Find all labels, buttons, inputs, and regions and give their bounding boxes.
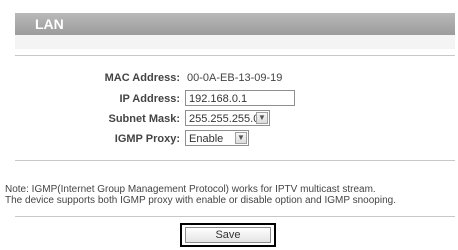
igmp-note: Note: IGMP(Internet Group Management Pro… [5,184,396,206]
save-button-focus-frame: Save [180,223,276,247]
igmp-proxy-row: IGMP Proxy: Enable ▼ [15,130,455,150]
section-header: LAN [15,13,455,35]
divider-top [15,55,455,56]
subnet-mask-selected: 255.255.255.0 [189,113,260,125]
header-subbar [15,35,455,49]
igmp-note-line-1: Note: IGMP(Internet Group Management Pro… [5,184,376,195]
divider-bottom [15,216,455,217]
igmp-proxy-selected: Enable [189,133,224,145]
subnet-mask-row: Subnet Mask: 255.255.255.0 ▼ [15,110,455,130]
mac-address-value: 00-0A-EB-13-09-19 [187,72,283,84]
ip-address-label: IP Address: [119,93,180,105]
subnet-mask-label: Subnet Mask: [108,113,180,125]
igmp-proxy-select[interactable]: Enable ▼ [185,130,249,146]
mac-address-row: MAC Address: 00-0A-EB-13-09-19 [15,69,455,89]
save-button[interactable]: Save [185,227,271,243]
ip-address-row: IP Address: 192.168.0.1 [15,90,455,110]
ip-address-input[interactable]: 192.168.0.1 [185,90,295,106]
chevron-down-icon[interactable]: ▼ [235,132,247,144]
lan-settings-panel: LAN MAC Address: 00-0A-EB-13-09-19 IP Ad… [5,13,455,250]
subnet-mask-select[interactable]: 255.255.255.0 ▼ [185,110,270,126]
igmp-proxy-label: IGMP Proxy: [114,133,180,145]
igmp-note-line-2: The device supports both IGMP proxy with… [5,195,396,206]
divider-middle [15,160,455,161]
section-title: LAN [35,16,64,32]
mac-address-label: MAC Address: [104,72,180,84]
chevron-down-icon[interactable]: ▼ [256,112,268,124]
